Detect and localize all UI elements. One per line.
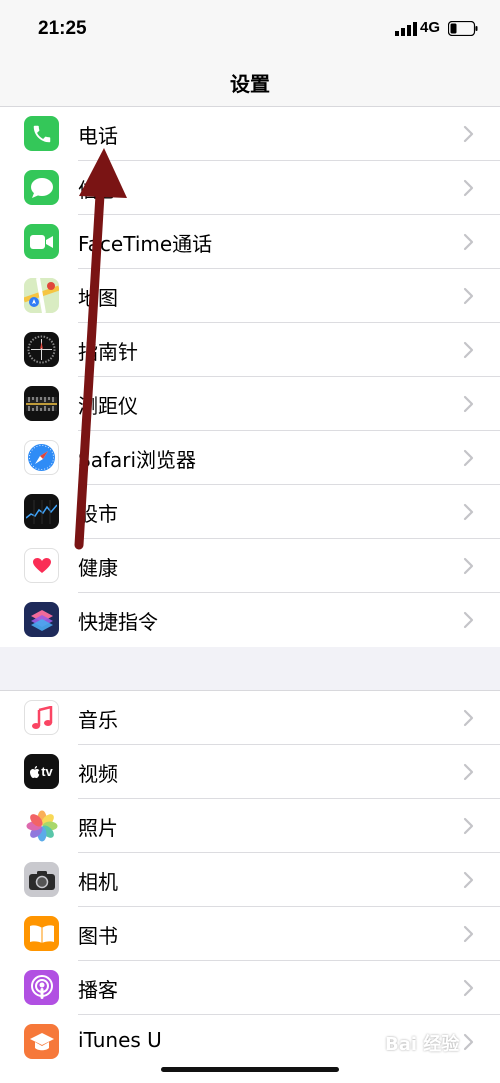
- watermark: Bai 经验: [385, 1034, 460, 1055]
- settings-row-label: 股市: [78, 502, 118, 526]
- chevron-right-icon: [463, 179, 474, 197]
- books-icon: [24, 916, 59, 951]
- settings-row-label: 音乐: [78, 708, 118, 732]
- settings-row-compass[interactable]: 指南针: [0, 323, 500, 377]
- settings-row-label: 播客: [78, 978, 118, 1002]
- settings-row-books[interactable]: 图书: [0, 907, 500, 961]
- chevron-right-icon: [463, 979, 474, 997]
- home-indicator[interactable]: [161, 1067, 339, 1072]
- settings-row-label: 地图: [78, 286, 118, 310]
- settings-row-label: 健康: [78, 556, 118, 580]
- chevron-right-icon: [463, 503, 474, 521]
- tv-icon: tv: [24, 754, 59, 789]
- settings-row-stocks[interactable]: 股市: [0, 485, 500, 539]
- settings-row-label: Safari浏览器: [78, 448, 197, 472]
- settings-row-maps[interactable]: 地图: [0, 269, 500, 323]
- settings-row-shortcuts[interactable]: 快捷指令: [0, 593, 500, 647]
- settings-row-health[interactable]: 健康: [0, 539, 500, 593]
- settings-row-safari[interactable]: Safari浏览器: [0, 431, 500, 485]
- health-icon: [24, 548, 59, 583]
- chevron-right-icon: [463, 871, 474, 889]
- camera-icon: [24, 862, 59, 897]
- chevron-right-icon: [463, 763, 474, 781]
- settings-row-label: 图书: [78, 924, 118, 948]
- messages-icon: [24, 170, 59, 205]
- network-type: 4G: [420, 19, 441, 36]
- facetime-icon: [24, 224, 59, 259]
- settings-row-label: 指南针: [78, 340, 138, 364]
- safari-icon: [24, 440, 59, 475]
- battery-icon: [448, 21, 478, 36]
- settings-row-tv[interactable]: tv 视频: [0, 745, 500, 799]
- compass-icon: [24, 332, 59, 367]
- chevron-right-icon: [463, 233, 474, 251]
- chevron-right-icon: [463, 449, 474, 467]
- settings-group-apps-1: 电话 信息 FaceTime通话 地图 指南针 测距仪 Safari浏览器 股市…: [0, 107, 500, 647]
- page-title: 设置: [230, 72, 270, 96]
- settings-row-label: iTunes U: [78, 1028, 162, 1052]
- settings-row-photos[interactable]: 照片: [0, 799, 500, 853]
- photos-icon: [24, 808, 59, 843]
- settings-row-music[interactable]: 音乐: [0, 691, 500, 745]
- itunes-u-icon: [24, 1024, 59, 1059]
- chevron-right-icon: [463, 709, 474, 727]
- settings-row-measure[interactable]: 测距仪: [0, 377, 500, 431]
- maps-icon: [24, 278, 59, 313]
- settings-row-label: 视频: [78, 762, 118, 786]
- status-bar: 21:25 4G: [0, 0, 500, 60]
- music-icon: [24, 700, 59, 735]
- measure-icon: [24, 386, 59, 421]
- chevron-right-icon: [463, 341, 474, 359]
- settings-row-label: 信息: [78, 178, 118, 202]
- settings-row-label: 照片: [78, 816, 118, 840]
- chevron-right-icon: [463, 287, 474, 305]
- phone-icon: [24, 116, 59, 151]
- chevron-right-icon: [463, 611, 474, 629]
- settings-group-apps-2: 音乐 tv 视频 照片 相机 图书 播客 iTunes U: [0, 690, 500, 1083]
- chevron-right-icon: [463, 395, 474, 413]
- chevron-right-icon: [463, 125, 474, 143]
- status-time: 21:25: [38, 18, 87, 39]
- settings-row-facetime[interactable]: FaceTime通话: [0, 215, 500, 269]
- chevron-right-icon: [463, 817, 474, 835]
- shortcuts-icon: [24, 602, 59, 637]
- settings-row-label: 电话: [78, 124, 118, 148]
- chevron-right-icon: [463, 557, 474, 575]
- settings-row-messages[interactable]: 信息: [0, 161, 500, 215]
- settings-row-camera[interactable]: 相机: [0, 853, 500, 907]
- signal-icon: [395, 22, 417, 36]
- settings-row-label: 快捷指令: [78, 610, 158, 634]
- settings-row-phone[interactable]: 电话: [0, 107, 500, 161]
- podcasts-icon: [24, 970, 59, 1005]
- settings-row-label: FaceTime通话: [78, 232, 213, 256]
- settings-row-label: 测距仪: [78, 394, 138, 418]
- tv-icon-text: tv: [41, 764, 53, 779]
- navigation-bar: 设置: [0, 60, 500, 107]
- stocks-icon: [24, 494, 59, 529]
- chevron-right-icon: [463, 925, 474, 943]
- settings-row-label: 相机: [78, 870, 118, 894]
- settings-row-podcasts[interactable]: 播客: [0, 961, 500, 1015]
- chevron-right-icon: [463, 1033, 474, 1051]
